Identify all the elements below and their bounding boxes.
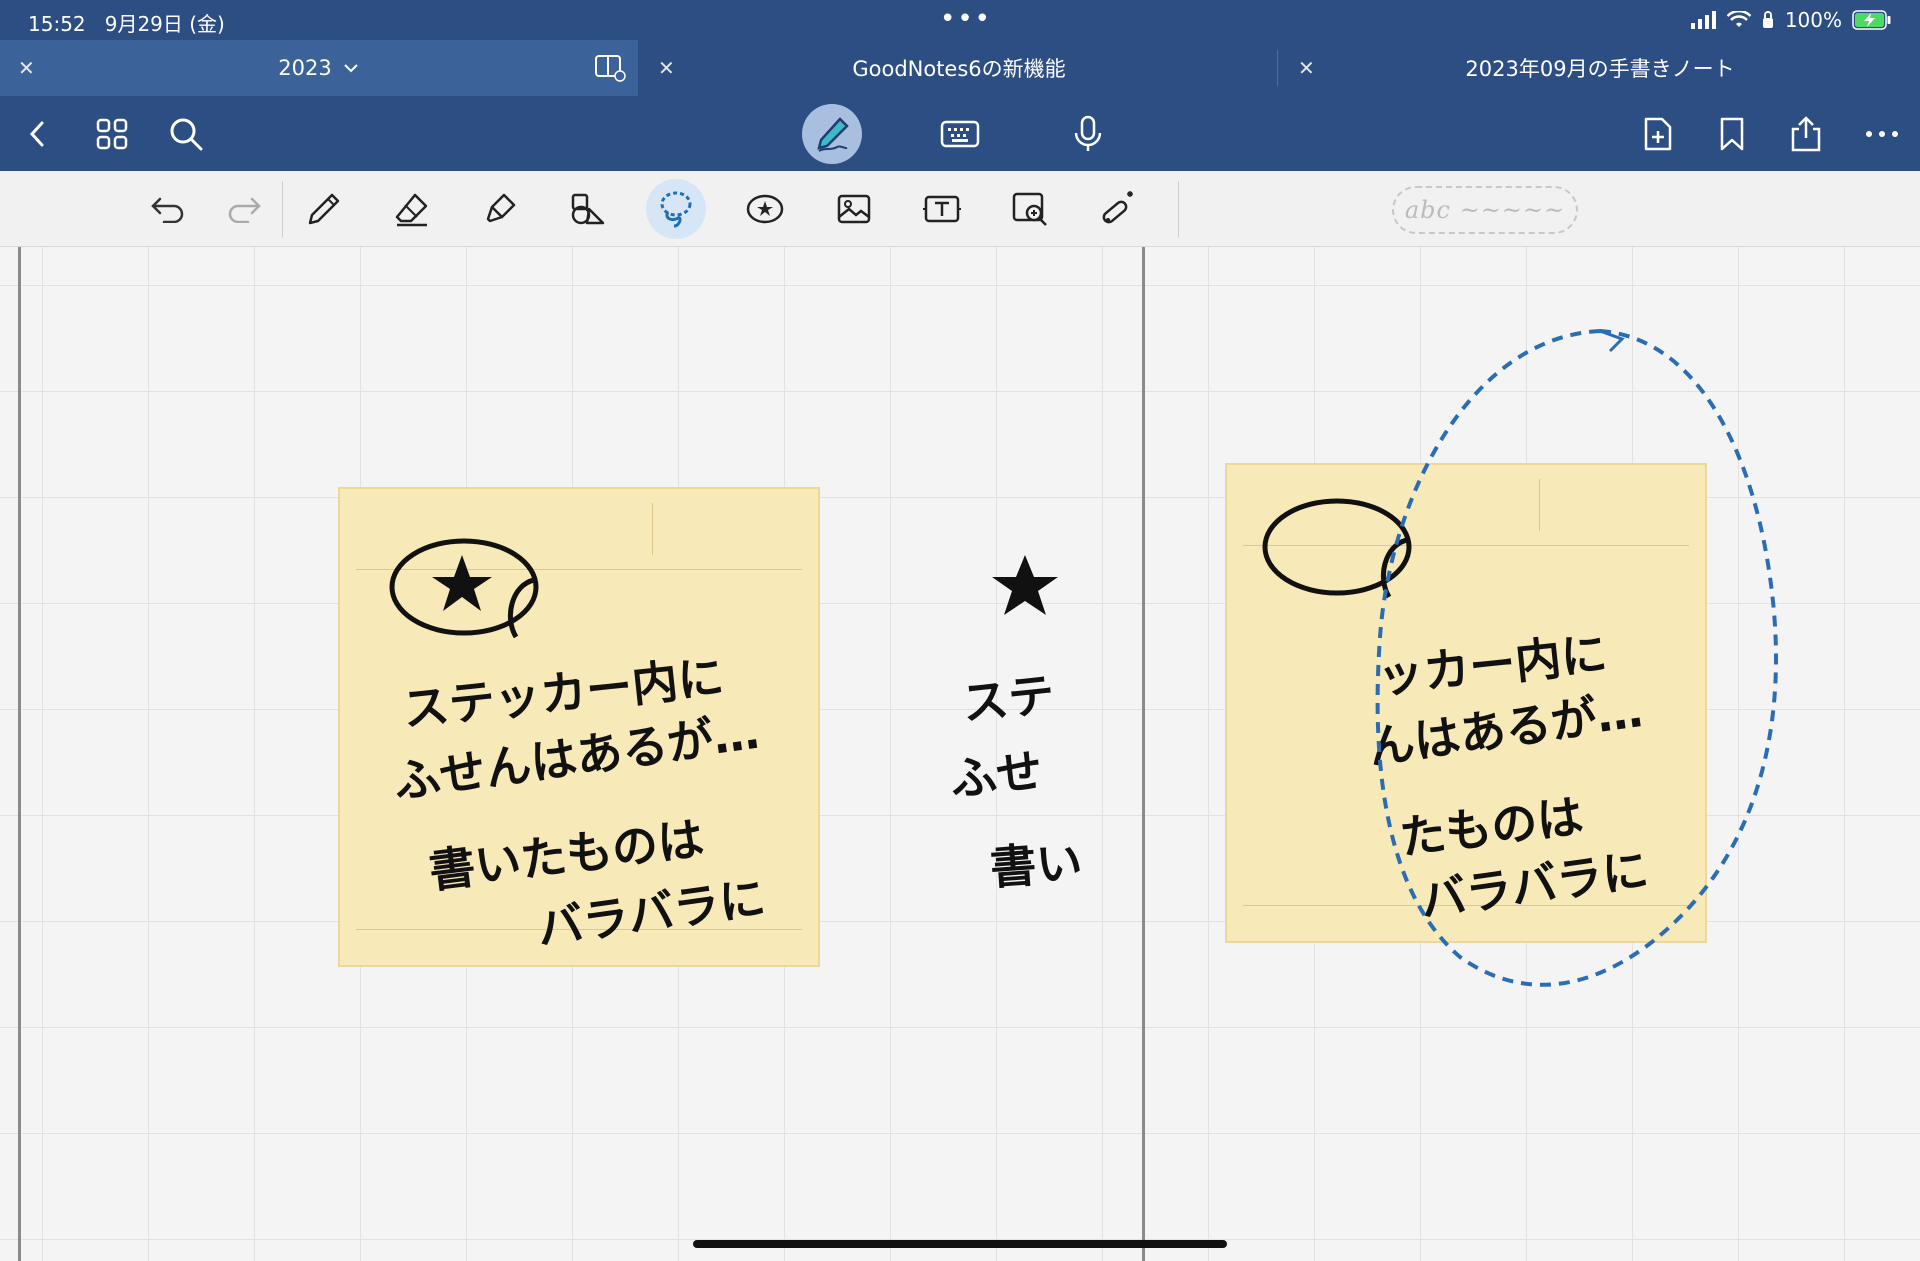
orientation-lock-icon (1762, 11, 1773, 28)
laser-pointer-tool[interactable] (1092, 183, 1144, 235)
eraser-icon (395, 193, 428, 227)
keyboard-mode-button[interactable] (934, 108, 986, 160)
main-toolbar (0, 96, 1920, 171)
undo-icon (151, 197, 184, 223)
highlighter-icon (486, 193, 516, 223)
shape-tool[interactable] (562, 183, 614, 235)
tab-2023[interactable]: ✕ 2023 (0, 40, 638, 96)
grid-icon (96, 118, 128, 150)
fragment-text-line1: ステ (959, 667, 1057, 731)
ellipsis-icon (1866, 131, 1898, 137)
tab-handwritten-notes[interactable]: ✕ 2023年09月の手書きノート (1280, 40, 1920, 96)
grid-view-button[interactable] (86, 108, 138, 160)
text-tool[interactable] (916, 183, 968, 235)
zoom-image-icon (1012, 192, 1047, 226)
star-drawing (992, 555, 1058, 615)
shapes-icon (571, 193, 605, 225)
microphone-icon (1074, 115, 1102, 151)
page-edge-left (18, 247, 21, 1261)
tab-goodnotes6[interactable]: ✕ GoodNotes6の新機能 (640, 40, 1278, 96)
multitasking-dots-icon[interactable]: ••• (940, 4, 992, 34)
notebook-canvas[interactable]: ステッカー内に ふせんはあるが… 書いたものは バラバラに ステ ふせ 書い ッ… (0, 247, 1920, 1261)
home-indicator[interactable] (693, 1240, 1227, 1248)
lasso-selection-outline[interactable] (1360, 317, 1820, 1037)
undo-button[interactable] (142, 183, 194, 235)
pen-mode-button[interactable] (802, 104, 862, 164)
status-indicators: 100% (1690, 8, 1892, 32)
image-icon (837, 194, 871, 224)
wifi-icon (1726, 11, 1751, 27)
voice-mode-button[interactable] (1062, 108, 1114, 160)
keyboard-icon (940, 120, 980, 148)
battery-percent: 100% (1784, 8, 1842, 32)
tab-label: GoodNotes6の新機能 (852, 57, 1066, 81)
image-tool[interactable] (828, 183, 880, 235)
tab-close-icon[interactable]: ✕ (1298, 56, 1315, 80)
elements-tool[interactable] (740, 183, 792, 235)
chevron-down-icon[interactable] (342, 62, 360, 74)
pen-tool[interactable] (298, 183, 350, 235)
bookmark-button[interactable] (1706, 108, 1758, 160)
redo-icon (228, 197, 261, 223)
add-page-button[interactable] (1632, 108, 1684, 160)
share-icon (1791, 116, 1821, 152)
chevron-left-icon (29, 121, 44, 147)
status-time: 15:52 9月29日 (金) (28, 12, 225, 36)
cellular-signal-icon (1690, 11, 1716, 29)
lasso-icon (660, 191, 692, 228)
tab-label: 2023年09月の手書きノート (1465, 57, 1735, 81)
text-box-icon (923, 195, 961, 223)
tab-close-icon[interactable]: ✕ (18, 56, 35, 80)
eraser-tool[interactable] (386, 183, 438, 235)
handwriting-placeholder-pill[interactable]: abc ~~~~~ (1392, 186, 1578, 234)
split-view-icon[interactable] (594, 54, 626, 82)
document-tab-bar: ✕ 2023 ✕ GoodNotes6の新機能 ✕ 2023年09月の手書きノー… (0, 40, 1920, 96)
bookmark-icon (1720, 117, 1744, 151)
tab-label: 2023 (278, 56, 332, 80)
highlighter-tool[interactable] (474, 183, 526, 235)
fragment-text-line2: ふせ (947, 743, 1045, 807)
tab-close-icon[interactable]: ✕ (658, 56, 675, 80)
star-sticker-drawing (389, 538, 539, 639)
page-divider (1142, 247, 1145, 1261)
pen-icon (308, 193, 340, 225)
search-icon (170, 118, 203, 151)
more-options-button[interactable] (1856, 108, 1908, 160)
add-page-icon (1644, 117, 1672, 151)
sticker-icon (746, 194, 784, 224)
search-button[interactable] (160, 108, 212, 160)
status-bar: 15:52 9月29日 (金) ••• 100% (0, 0, 1920, 40)
fragment-text-line3: 書い (988, 834, 1084, 896)
lasso-tool[interactable] (646, 179, 706, 239)
share-button[interactable] (1780, 108, 1832, 160)
redo-button[interactable] (218, 183, 270, 235)
sticky-note-sticker[interactable]: ステッカー内に ふせんはあるが… 書いたものは バラバラに (338, 487, 820, 967)
zoom-window-tool[interactable] (1004, 183, 1056, 235)
back-button[interactable] (12, 108, 64, 160)
laser-pointer-icon (1102, 191, 1133, 224)
battery-charging-icon (1852, 10, 1891, 30)
pen-writing-icon (817, 117, 849, 152)
drawing-tools-bar: abc ~~~~~ (0, 171, 1920, 247)
